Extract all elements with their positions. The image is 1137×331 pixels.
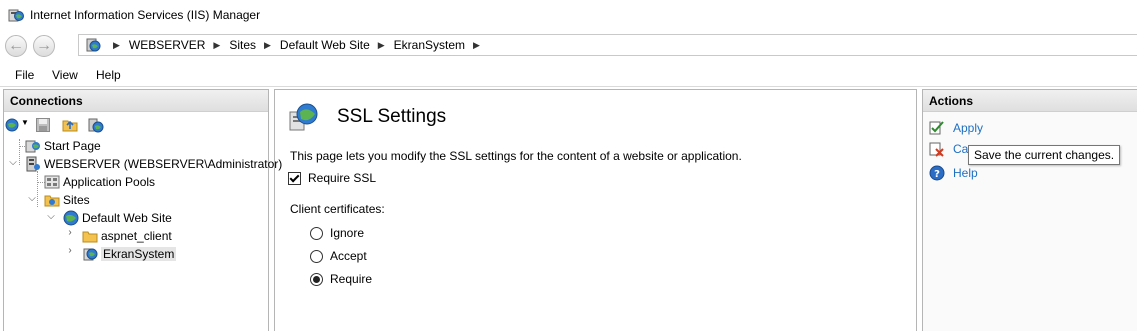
radio-label: Accept (330, 249, 367, 263)
connections-header: Connections (4, 90, 268, 112)
tree-node-app-pools[interactable]: Application Pools (44, 173, 155, 191)
breadcrumb: ▶ WEBSERVER ▶ Sites ▶ Default Web Site ▶… (105, 38, 489, 52)
tree-node-server[interactable]: WEBSERVER (WEBSERVER\Administrator) (25, 155, 282, 173)
crumb-ekransystem[interactable]: EkranSystem (394, 38, 465, 52)
apply-tooltip: Save the current changes. (968, 145, 1121, 165)
folder-icon (82, 231, 98, 243)
tree-node-start-page[interactable]: Start Page (25, 137, 101, 155)
tree-node-default-web-site[interactable]: Default Web Site (63, 209, 172, 227)
tree-label: Sites (63, 193, 90, 207)
radio-label: Require (330, 272, 373, 286)
chevron-right-icon[interactable]: ▶ (473, 40, 480, 51)
svg-text:?: ? (934, 169, 940, 180)
globe-icon (63, 210, 79, 226)
tree-label: aspnet_client (101, 229, 172, 243)
tree-line (37, 171, 38, 207)
server-icon (26, 156, 40, 172)
help-action[interactable]: ? Help (929, 165, 978, 181)
apply-link[interactable]: Apply (953, 121, 983, 135)
window-title: Internet Information Services (IIS) Mana… (30, 8, 261, 22)
radio-label: Ignore (330, 226, 365, 240)
forward-arrow-icon[interactable]: → (33, 35, 55, 57)
back-arrow-icon[interactable]: ← (5, 35, 27, 57)
require-ssl-label: Require SSL (308, 171, 377, 185)
tree-node-ekransystem[interactable]: EkranSystem (82, 245, 177, 263)
checkbox-checked-icon[interactable] (288, 171, 301, 185)
web-app-icon (83, 248, 98, 261)
crumb-webserver[interactable]: WEBSERVER (129, 38, 205, 52)
chevron-down-icon[interactable]: ⌵ (27, 193, 37, 204)
page-title: SSL Settings (337, 106, 447, 127)
page-description: This page lets you modify the SSL settin… (290, 149, 742, 163)
tree-node-aspnet-client[interactable]: aspnet_client (82, 227, 172, 245)
save-icon[interactable] (35, 117, 51, 133)
connections-pane: Connections ▼ Start Page ⌵ WEBSERVER (WE… (3, 89, 282, 331)
radio-require[interactable]: Require (310, 272, 372, 286)
title-bar: Internet Information Services (IIS) Mana… (0, 0, 1137, 30)
menu-file[interactable]: File (15, 68, 34, 82)
app-pools-icon (44, 175, 60, 189)
tree-label: Start Page (44, 139, 101, 153)
chevron-right-icon: ▶ (113, 39, 120, 50)
menu-bar: File View Help (0, 64, 1137, 87)
radio-accept[interactable]: Accept (310, 249, 367, 263)
actions-pane: Actions Apply Can ? Help (922, 89, 1137, 331)
client-certificates-label: Client certificates: (290, 202, 385, 216)
ssl-feature-icon (289, 103, 318, 131)
apply-action[interactable]: Apply (929, 120, 983, 136)
tree-label: Default Web Site (82, 211, 172, 225)
cancel-x-icon (929, 142, 944, 157)
iis-app-icon (8, 9, 24, 22)
radio-selected-icon[interactable] (310, 272, 323, 286)
tree-label: WEBSERVER (WEBSERVER\Administrator) (44, 157, 283, 171)
tree-line (19, 139, 20, 165)
up-folder-icon[interactable] (62, 117, 78, 133)
crumb-sites[interactable]: Sites (229, 38, 256, 52)
site-globe-icon (86, 38, 101, 52)
nav-buttons: ← → (5, 34, 57, 58)
tree-node-sites[interactable]: Sites (44, 191, 90, 209)
ssl-settings-pane: SSL Settings This page lets you modify t… (274, 89, 917, 331)
radio-unselected-icon[interactable] (310, 249, 323, 263)
apply-check-icon (929, 121, 944, 135)
require-ssl-checkbox[interactable]: Require SSL (288, 171, 376, 185)
help-icon: ? (929, 165, 945, 181)
chevron-right-icon: ▶ (264, 39, 271, 50)
help-link[interactable]: Help (953, 166, 978, 180)
start-page-icon (25, 140, 40, 153)
sites-folder-icon (44, 195, 60, 207)
chevron-right-icon[interactable]: › (65, 227, 75, 238)
menu-help[interactable]: Help (96, 68, 121, 82)
crumb-default-web-site[interactable]: Default Web Site (280, 38, 370, 52)
radio-unselected-icon[interactable] (310, 226, 323, 240)
chevron-down-icon[interactable]: ⌵ (8, 157, 18, 168)
tree-label: Application Pools (63, 175, 156, 189)
connect-server-icon[interactable] (88, 117, 104, 133)
dropdown-arrow-icon[interactable]: ▼ (21, 118, 29, 127)
address-bar[interactable]: ▶ WEBSERVER ▶ Sites ▶ Default Web Site ▶… (78, 34, 1137, 56)
chevron-right-icon[interactable]: › (65, 245, 75, 256)
connections-toolbar: ▼ (4, 113, 268, 137)
chevron-down-icon[interactable]: ⌵ (46, 211, 56, 222)
radio-ignore[interactable]: Ignore (310, 226, 364, 240)
menu-view[interactable]: View (52, 68, 78, 82)
actions-header: Actions (923, 90, 1137, 112)
chevron-right-icon: ▶ (377, 39, 385, 50)
connect-globe-icon[interactable] (5, 117, 21, 133)
chevron-right-icon: ▶ (213, 39, 221, 50)
tree-label-selected: EkranSystem (101, 247, 177, 261)
